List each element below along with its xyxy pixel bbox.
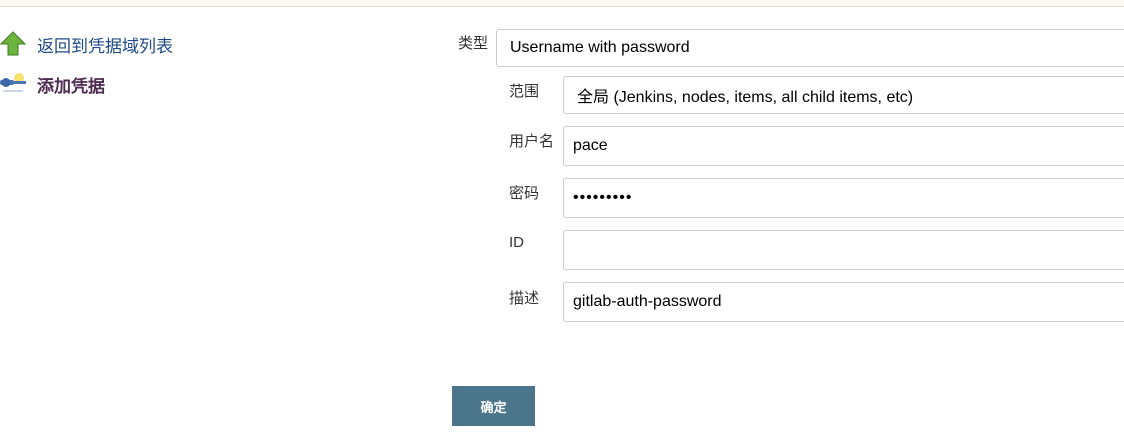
scope-label: 范围 bbox=[509, 83, 540, 100]
add-credential-link[interactable]: 添加凭据 bbox=[0, 71, 105, 97]
username-label: 用户名 bbox=[509, 133, 555, 150]
username-input[interactable]: pace bbox=[563, 126, 1124, 166]
scope-select[interactable]: 全局 (Jenkins, nodes, items, all child ite… bbox=[563, 76, 1124, 114]
description-input[interactable]: gitlab-auth-password bbox=[563, 282, 1124, 322]
description-label: 描述 bbox=[509, 290, 540, 307]
back-to-domains-label: 返回到凭据域列表 bbox=[37, 36, 173, 56]
id-label: ID bbox=[509, 234, 524, 251]
key-icon bbox=[0, 73, 26, 92]
password-label: 密码 bbox=[509, 185, 540, 202]
password-input[interactable]: ••••••••• bbox=[563, 178, 1124, 218]
top-bar bbox=[0, 0, 1124, 7]
ok-button[interactable]: 确定 bbox=[452, 386, 535, 426]
id-input[interactable] bbox=[563, 230, 1124, 270]
arrow-up-icon bbox=[0, 31, 26, 56]
kind-select[interactable]: Username with password bbox=[496, 29, 1124, 67]
back-to-domains-link[interactable]: 返回到凭据域列表 bbox=[0, 31, 173, 57]
kind-label: 类型 bbox=[458, 35, 489, 52]
add-credential-label: 添加凭据 bbox=[37, 76, 105, 96]
